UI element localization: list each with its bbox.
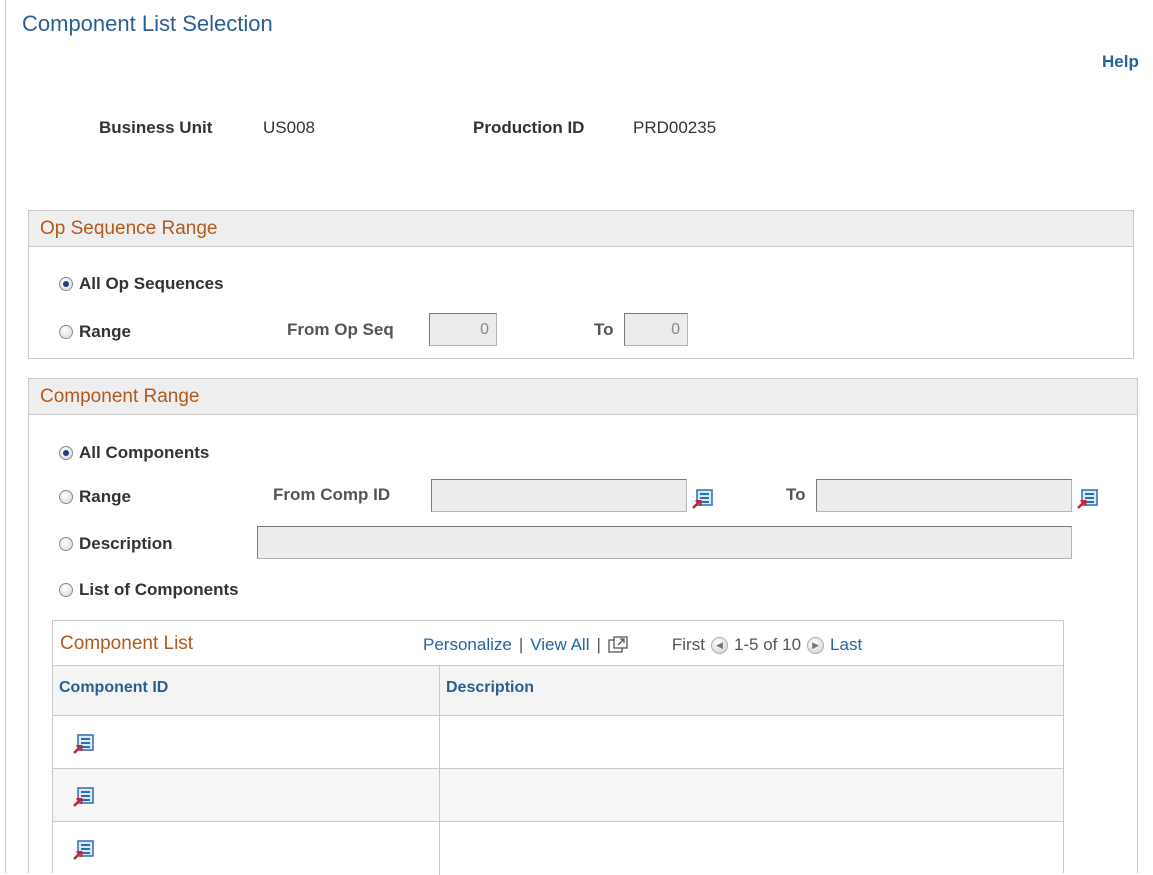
table-row <box>53 716 1063 769</box>
component-range-option[interactable]: Range <box>59 487 131 507</box>
component-id-lookup-icon[interactable] <box>73 838 95 860</box>
table-row <box>53 769 1063 822</box>
row-range-text: 1-5 of 10 <box>733 635 802 654</box>
column-divider <box>439 769 440 821</box>
column-header-component-id[interactable]: Component ID <box>59 679 168 697</box>
list-of-components-option[interactable]: List of Components <box>59 580 239 600</box>
next-arrow-icon[interactable]: ▶ <box>807 636 825 654</box>
column-divider <box>439 822 440 875</box>
all-components-option[interactable]: All Components <box>59 443 209 463</box>
previous-arrow-icon[interactable]: ◀ <box>710 636 728 654</box>
help-link[interactable]: Help <box>1102 52 1139 72</box>
list-of-components-radio[interactable] <box>59 583 73 597</box>
business-unit-value: US008 <box>263 118 315 137</box>
all-components-radio[interactable] <box>59 446 73 460</box>
component-id-lookup-icon[interactable] <box>73 785 95 807</box>
column-divider <box>439 666 440 715</box>
component-range-radio[interactable] <box>59 490 73 504</box>
description-radio[interactable] <box>59 537 73 551</box>
column-header-description[interactable]: Description <box>446 679 534 697</box>
all-op-sequences-label: All Op Sequences <box>79 274 224 293</box>
from-op-seq-label: From Op Seq <box>287 320 394 339</box>
nav-separator: | <box>518 635 524 654</box>
table-row <box>53 822 1063 875</box>
list-of-components-label: List of Components <box>79 580 239 599</box>
from-op-seq-input[interactable] <box>429 313 497 346</box>
to-op-seq-label: To <box>594 320 614 339</box>
grid-navigation: Personalize | View All | First ◀ 1-5 of … <box>423 635 862 655</box>
page-left-border <box>5 0 6 873</box>
last-link[interactable]: Last <box>830 635 862 655</box>
production-id-label: Production ID <box>473 118 585 137</box>
description-option[interactable]: Description <box>59 534 173 554</box>
business-unit-label: Business Unit <box>99 118 213 137</box>
from-comp-id-input[interactable] <box>431 479 687 512</box>
description-label: Description <box>79 534 173 553</box>
to-comp-id-lookup-icon[interactable] <box>1077 487 1099 509</box>
nav-separator: | <box>596 635 601 654</box>
all-components-label: All Components <box>79 443 210 462</box>
component-range-title: Component Range <box>29 379 1137 415</box>
view-all-link[interactable]: View All <box>530 635 589 655</box>
op-range-option[interactable]: Range <box>59 322 131 342</box>
from-comp-id-label: From Comp ID <box>273 485 391 504</box>
grid-column-headers: Component ID Description <box>53 666 1063 716</box>
to-op-seq-input[interactable] <box>624 313 688 346</box>
description-input[interactable] <box>257 526 1072 559</box>
to-comp-id-label: To <box>786 485 806 504</box>
from-comp-id-lookup-icon[interactable] <box>692 487 714 509</box>
component-id-lookup-icon[interactable] <box>73 732 95 754</box>
component-list-grid: Component List Personalize | View All | … <box>52 620 1064 875</box>
component-range-label: Range <box>79 487 131 506</box>
all-op-sequences-option[interactable]: All Op Sequences <box>59 274 224 294</box>
personalize-link[interactable]: Personalize <box>423 635 512 655</box>
op-range-label: Range <box>79 322 131 341</box>
production-id-value: PRD00235 <box>633 118 717 137</box>
all-op-sequences-radio[interactable] <box>59 277 73 291</box>
new-window-icon[interactable] <box>608 636 628 654</box>
first-link[interactable]: First <box>672 635 705 655</box>
to-comp-id-input[interactable] <box>816 479 1072 512</box>
component-list-header: Component List Personalize | View All | … <box>53 621 1063 666</box>
op-sequence-range-title: Op Sequence Range <box>29 211 1133 247</box>
component-list-title: Component List <box>60 633 194 654</box>
column-divider <box>439 716 440 768</box>
page-title: Component List Selection <box>22 11 273 36</box>
op-range-radio[interactable] <box>59 325 73 339</box>
